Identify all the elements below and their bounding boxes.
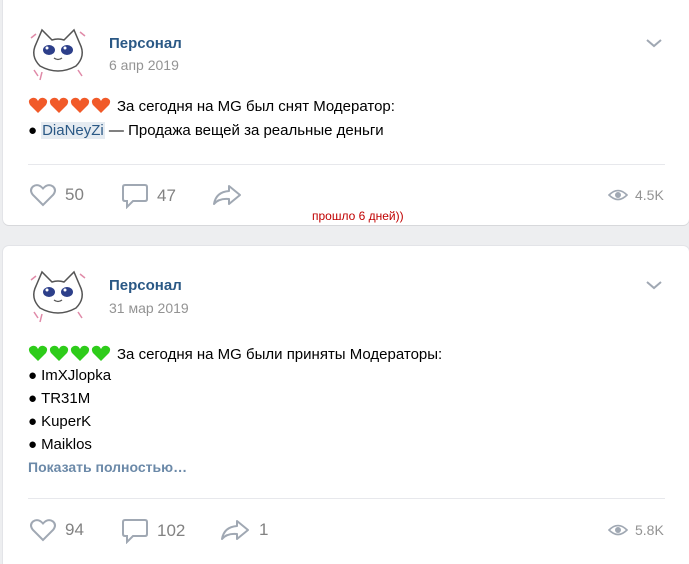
show-more-link[interactable]: Показать полностью… [28, 459, 187, 475]
like-count: 94 [65, 520, 84, 539]
views-count: 4.5K [635, 187, 664, 203]
comment-button[interactable]: 47 [121, 183, 176, 209]
like-button[interactable]: 94 [29, 518, 84, 542]
handwritten-annotation: прошло 6 дней)) [312, 209, 404, 223]
divider [28, 164, 665, 165]
comment-count: 102 [157, 521, 186, 540]
share-count: 1 [259, 520, 269, 539]
chevron-down-icon[interactable] [644, 278, 664, 292]
post-card: Персонал 31 мар 2019 За сегодня на MG бы… [3, 246, 689, 564]
post-text-line: За сегодня на MG был снят Модератор: [28, 96, 395, 117]
user-mention-link[interactable]: DiaNeyZi [41, 122, 105, 139]
post-text: — Продажа вещей за реальные деньги [104, 122, 384, 139]
post-text-line: За сегодня на MG были приняты Модераторы… [28, 344, 442, 365]
comment-count: 47 [157, 186, 176, 205]
post-date[interactable]: 31 мар 2019 [109, 300, 189, 316]
post-text: За сегодня на MG были приняты Модераторы… [117, 346, 443, 363]
chevron-down-icon[interactable] [644, 36, 664, 50]
bullet: ● [28, 122, 38, 139]
bullet: ● [28, 367, 38, 384]
post-text-line: ● DiaNeyZi — Продажа вещей за реальные де… [28, 121, 384, 141]
like-count: 50 [65, 185, 84, 204]
list-item: ● Maiklos [28, 435, 92, 455]
eye-icon [608, 189, 628, 201]
list-item-text: TR31M [41, 390, 91, 407]
speech-bubble-icon [122, 184, 148, 209]
post-card: Персонал 6 апр 2019 За сегодня на MG был… [3, 0, 689, 225]
list-item-text: ImXJlopka [41, 367, 112, 384]
avatar[interactable] [28, 24, 88, 84]
list-item: ● ImXJlopka [28, 366, 111, 386]
views-counter: 5.8K [608, 522, 664, 538]
list-item: ● KuperK [28, 412, 91, 432]
orange-hearts-emoji [28, 97, 111, 113]
avatar[interactable] [28, 266, 88, 326]
post-author[interactable]: Персонал [109, 35, 182, 52]
green-hearts-emoji [28, 345, 111, 361]
share-arrow-icon [213, 185, 241, 205]
list-item: ● TR31M [28, 389, 90, 409]
bullet: ● [28, 390, 38, 407]
post-author[interactable]: Персонал [109, 277, 182, 294]
speech-bubble-icon [122, 519, 148, 544]
heart-outline-icon [30, 519, 56, 542]
bullet: ● [28, 413, 38, 430]
share-arrow-icon [221, 520, 249, 540]
share-button[interactable] [211, 183, 243, 207]
eye-icon [608, 524, 628, 536]
list-item-text: Maiklos [41, 436, 92, 453]
post-date[interactable]: 6 апр 2019 [109, 57, 179, 73]
comment-button[interactable]: 102 [121, 518, 185, 544]
views-count: 5.8K [635, 522, 664, 538]
heart-outline-icon [30, 184, 56, 207]
divider [28, 498, 665, 499]
share-button[interactable]: 1 [219, 518, 268, 542]
list-item-text: KuperK [41, 413, 92, 430]
views-counter: 4.5K [608, 187, 664, 203]
post-text: За сегодня на MG был снят Модератор: [117, 98, 395, 115]
like-button[interactable]: 50 [29, 183, 84, 207]
bullet: ● [28, 436, 38, 453]
